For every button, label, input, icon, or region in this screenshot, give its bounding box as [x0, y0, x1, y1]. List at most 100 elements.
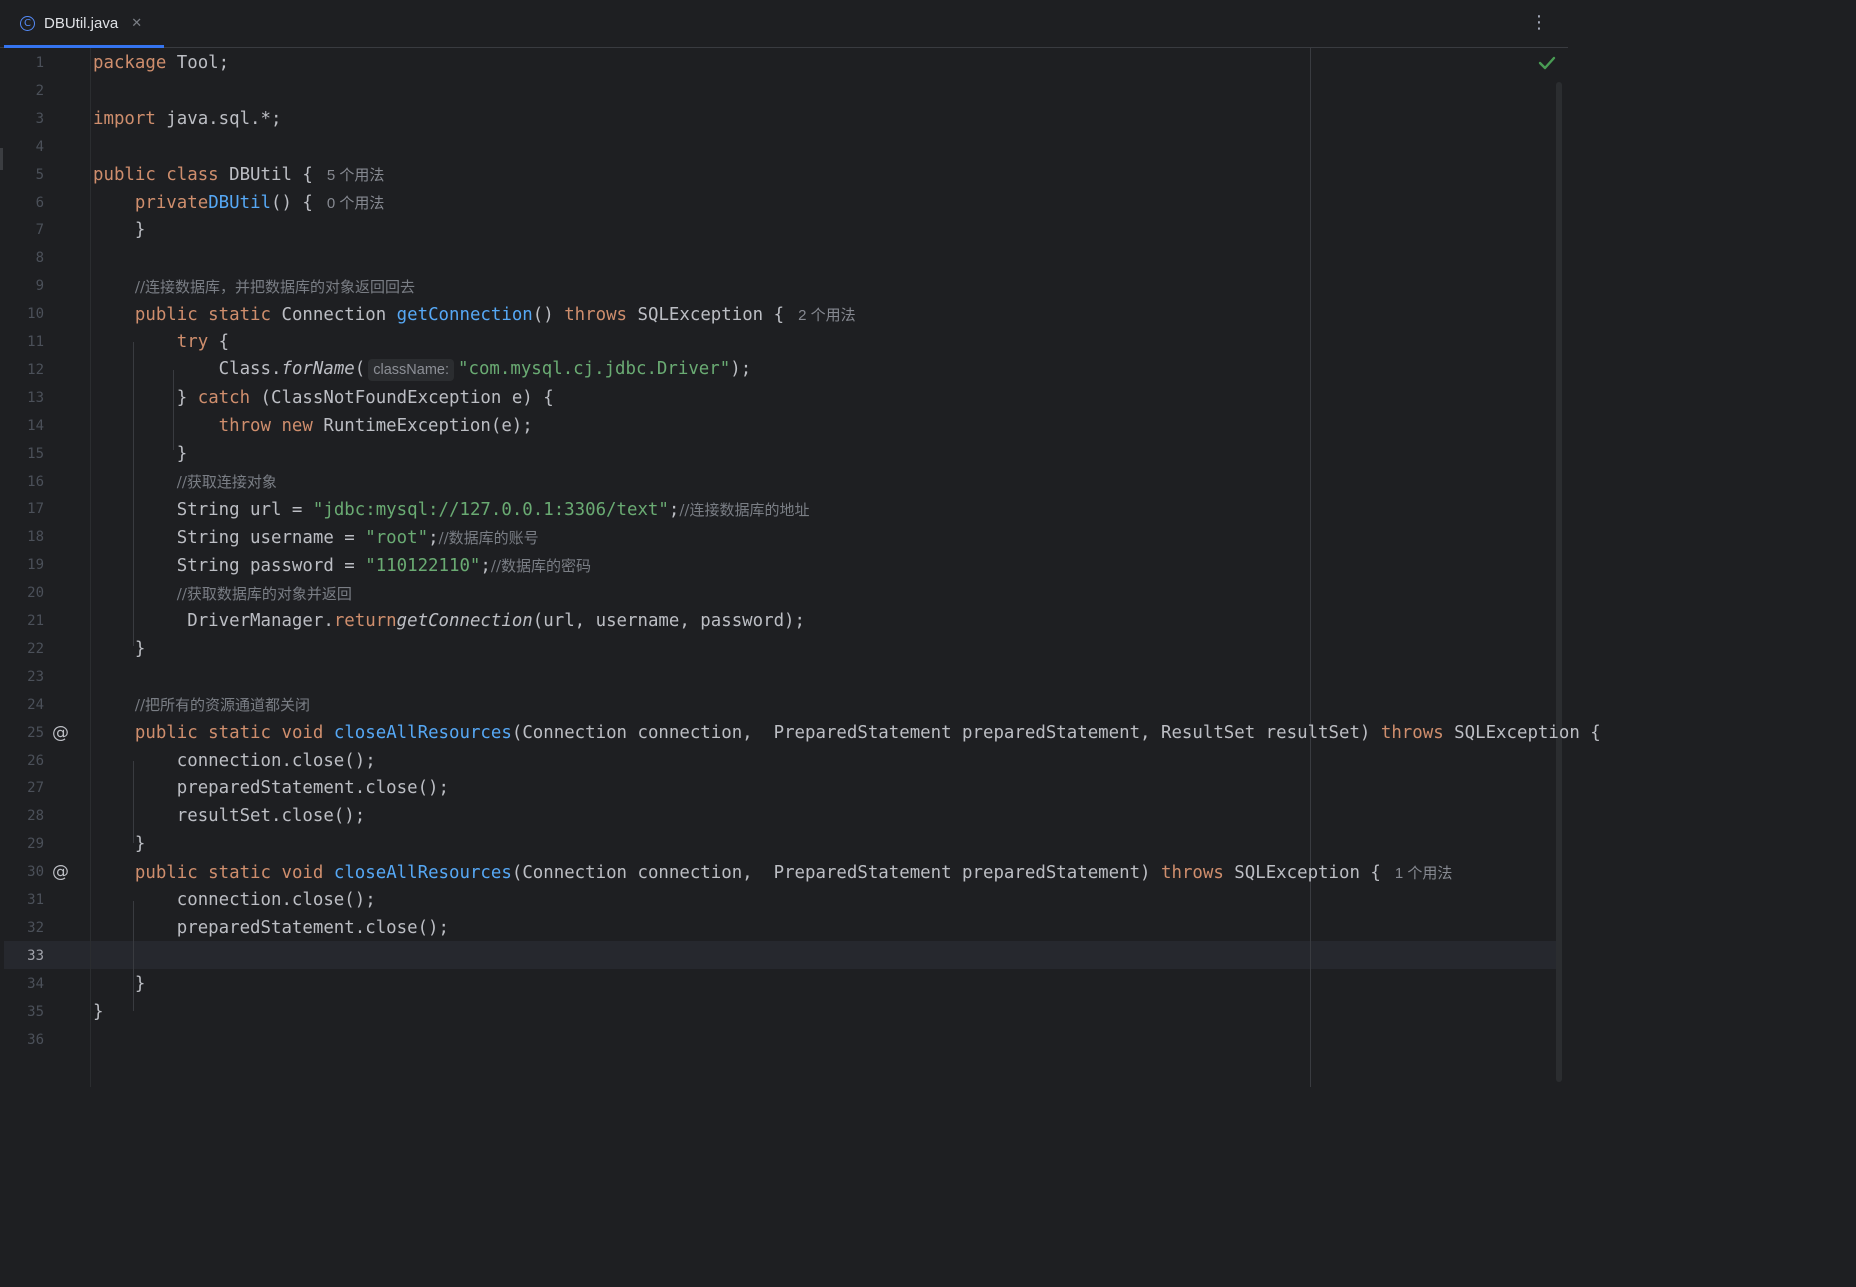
code-token: { [208, 332, 230, 352]
code-line[interactable]: 3 import java.sql.*; [0, 105, 1560, 133]
code-line[interactable]: 25 @ public static void closeAllResources… [0, 719, 1601, 747]
keyword: public static void [134, 722, 324, 743]
line-number: 36 [27, 1031, 44, 1048]
code-line[interactable]: 14 throw new RuntimeException(e); [0, 412, 1560, 440]
code-text: } [93, 639, 145, 659]
usages-hint[interactable]: 2 个用法 [798, 307, 856, 324]
keyword: throw new [218, 415, 313, 436]
line-number: 15 [27, 445, 44, 462]
code-line[interactable]: 18 String username = "root";//数据库的账号 [0, 523, 1560, 551]
keyword: throws [564, 304, 628, 325]
code-line[interactable]: 27 preparedStatement.close(); [0, 774, 1560, 802]
code-line[interactable]: 33 [0, 942, 1560, 970]
usages-hint[interactable]: 5 个用法 [327, 167, 385, 184]
editor-tab-bar: C DBUtil.java ✕ ⋮ [0, 0, 1568, 48]
usages-hint[interactable]: 0 个用法 [327, 195, 385, 212]
tab-dbutil-java[interactable]: C DBUtil.java ✕ [4, 0, 164, 48]
code-text: String url = "jdbc:mysql://127.0.0.1:330… [93, 499, 810, 520]
code-token: DBUtil { [218, 165, 313, 186]
code-line[interactable]: 22 } [0, 635, 1560, 663]
code-token: ; [668, 499, 680, 520]
code-text: public class DBUtil {5 个用法 [93, 164, 384, 185]
method-name: closeAllResources [333, 722, 512, 743]
code-token: } [93, 443, 188, 464]
code-token: ; [480, 555, 491, 576]
code-token: SQLException { [627, 304, 785, 325]
code-text: import java.sql.*; [93, 109, 281, 129]
code-line[interactable]: 28 resultSet.close(); [0, 802, 1560, 830]
code-token: } [93, 220, 146, 241]
code-line[interactable]: 36 [0, 1026, 1560, 1054]
code-line[interactable]: 31 connection.close(); [0, 886, 1560, 914]
code-token: Connection [271, 304, 397, 325]
code-line[interactable]: 1 package Tool; [0, 49, 1560, 77]
line-number: 6 [35, 194, 44, 211]
code-line[interactable]: 34 } [0, 970, 1560, 998]
code-line[interactable]: 2 [0, 77, 1560, 105]
code-text: privateDBUtil() {0 个用法 [93, 192, 385, 213]
code-line[interactable]: 5 public class DBUtil {5 个用法 [0, 161, 1560, 189]
code-line[interactable]: 29 } [0, 830, 1560, 858]
code-token: Tool; [166, 53, 230, 73]
code-line[interactable]: 32 preparedStatement.close(); [0, 914, 1560, 942]
code-line[interactable]: 17 String url = "jdbc:mysql://127.0.0.1:… [0, 495, 1560, 523]
code-token: Class. [218, 358, 282, 379]
override-marker-icon[interactable]: @ [52, 863, 69, 881]
close-icon[interactable]: ✕ [131, 16, 142, 31]
code-line[interactable]: 7 } [0, 216, 1560, 244]
more-actions-icon[interactable]: ⋮ [1530, 12, 1548, 34]
line-number: 22 [27, 640, 44, 657]
code-token: preparedStatement.close(); [93, 917, 449, 938]
line-number: 4 [35, 138, 44, 155]
code-line[interactable]: 8 [0, 244, 1560, 272]
code-text: public static void closeAllResources(Con… [93, 862, 1453, 883]
code-line[interactable]: 20 //获取数据库的对象并返回 [0, 579, 1560, 607]
code-text: //把所有的资源通道都关闭 [93, 694, 310, 715]
line-number: 18 [27, 529, 44, 546]
code-token: } [93, 834, 146, 855]
code-text: } [93, 220, 145, 240]
code-line[interactable]: 23 [0, 663, 1560, 691]
string-literal: "com.mysql.cj.jdbc.Driver" [458, 358, 731, 379]
comment: //把所有的资源通道都关闭 [134, 696, 310, 715]
code-line[interactable]: 11 try { [0, 328, 1560, 356]
parameters: (Connection connection, PreparedStatemen… [511, 722, 1381, 743]
code-editor[interactable]: 1 package Tool; 2 3 import java.sql.*; 4 5 publ… [0, 48, 1601, 1087]
code-line[interactable]: 24 //把所有的资源通道都关闭 [0, 691, 1560, 719]
code-line[interactable]: 19 String password = "110122110";//数据库的密… [0, 551, 1560, 579]
code-line[interactable]: 13 } catch (ClassNotFoundException e) { [0, 384, 1560, 412]
code-line[interactable]: 16 //获取连接对象 [0, 468, 1560, 496]
code-line[interactable]: 9 //连接数据库，并把数据库的对象返回回去 [0, 272, 1560, 300]
code-line[interactable]: 4 [0, 133, 1560, 161]
code-token: preparedStatement.close(); [93, 778, 449, 799]
code-text: String password = "110122110";//数据库的密码 [93, 555, 591, 576]
line-number: 21 [27, 613, 44, 629]
code-line[interactable]: 30 @ public static void closeAllResources… [0, 858, 1560, 886]
code-line[interactable]: 6 privateDBUtil() {0 个用法 [0, 189, 1560, 217]
code-line[interactable]: 12 Class.forName(className: "com.mysql.cj… [0, 356, 1560, 384]
code-token: ; [428, 527, 439, 548]
override-marker-icon[interactable]: @ [52, 724, 69, 742]
code-line[interactable]: 15 } [0, 440, 1560, 468]
line-number: 28 [27, 808, 44, 825]
code-line[interactable]: 35} [0, 998, 1560, 1026]
code-line[interactable]: 10 public static Connection getConnectio… [0, 300, 1560, 328]
string-literal: "jdbc:mysql://127.0.0.1:3306/text" [312, 499, 669, 520]
line-number: 32 [27, 919, 44, 936]
code-token: connection.close(); [93, 890, 376, 910]
keyword: catch [197, 387, 251, 408]
code-line[interactable]: 26 connection.close(); [0, 747, 1560, 775]
code-line[interactable]: 21 DriverManager.returngetConnection(url… [0, 607, 1560, 635]
usages-hint[interactable]: 1 个用法 [1395, 865, 1453, 882]
code-token: } [93, 1001, 104, 1022]
